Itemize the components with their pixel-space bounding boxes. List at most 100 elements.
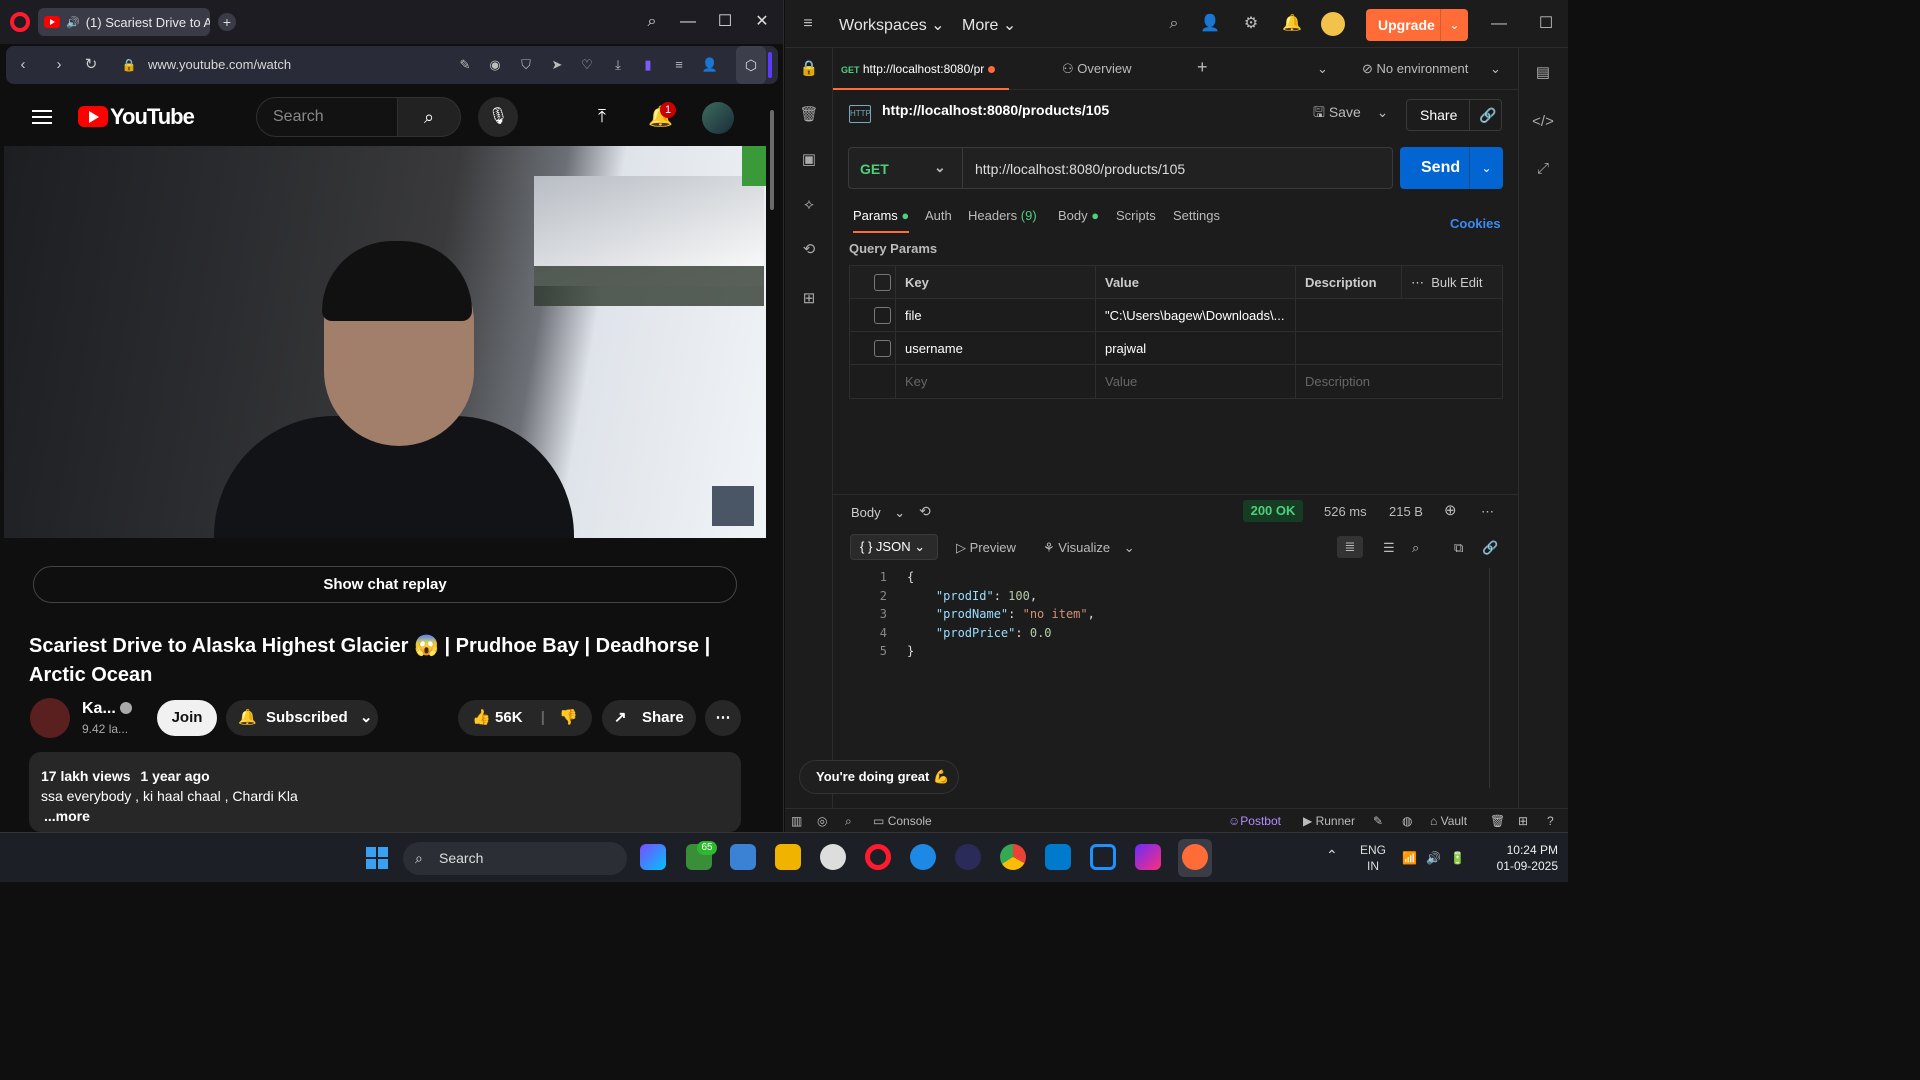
wifi-icon[interactable]: 📶 — [1402, 851, 1417, 865]
bulk-edit-button[interactable]: ⋯ Bulk Edit — [1402, 266, 1502, 299]
online-status-icon[interactable]: ◎ — [817, 814, 827, 828]
chevron-up-icon[interactable]: ⌃ — [1326, 847, 1338, 864]
table-row[interactable]: file "C:\Users\bagew\Downloads\... — [850, 299, 1502, 332]
battery-icon[interactable]: ▮ — [639, 56, 657, 74]
method-select[interactable]: GET ⌄ — [849, 148, 963, 188]
scrollbar[interactable] — [770, 110, 774, 210]
upload-icon[interactable]: ⤒ — [598, 106, 606, 127]
table-row-empty[interactable]: Key Value Description — [850, 365, 1502, 398]
tab-auth[interactable]: Auth — [925, 208, 952, 223]
more-actions-button[interactable]: ⋯ — [705, 700, 741, 736]
camera-icon[interactable]: ◉ — [486, 56, 504, 74]
preview-tab[interactable]: ▷ Preview — [956, 540, 1016, 556]
find-icon[interactable]: ⌕ — [845, 814, 852, 829]
request-title[interactable]: http://localhost:8080/products/105 — [882, 102, 1109, 118]
search-input[interactable]: Search — [256, 97, 398, 137]
param-description[interactable] — [1296, 299, 1502, 332]
visualize-tab[interactable]: ⚘ Visualize ⌄ — [1043, 540, 1135, 556]
documentation-icon[interactable]: ▤ — [1532, 62, 1554, 84]
param-description[interactable] — [1296, 332, 1502, 365]
editor-scrollbar[interactable] — [1489, 568, 1490, 788]
console-button[interactable]: ▭ Console — [873, 814, 932, 828]
response-size[interactable]: 215 B — [1389, 504, 1423, 519]
postman-taskbar-icon[interactable] — [1182, 844, 1208, 870]
related-icon[interactable]: ⤢ — [1532, 158, 1554, 180]
request-tab[interactable]: GET http://localhost:8080/pr — [833, 48, 1009, 90]
cookies-link[interactable]: Cookies — [1450, 216, 1501, 231]
menu-icon[interactable]: ≡ — [670, 56, 688, 74]
runner-button[interactable]: ▶ Runner — [1303, 814, 1355, 828]
row-checkbox[interactable] — [874, 307, 891, 324]
cookies-icon[interactable]: ◍ — [1402, 814, 1412, 828]
tab-params[interactable]: Params ● — [853, 208, 910, 233]
environment-selector[interactable]: ⊘ No environment ⌄ — [1362, 61, 1501, 77]
format-dropdown[interactable]: { } JSON ⌄ — [850, 534, 938, 560]
chevron-down-icon[interactable]: ⌄ — [1440, 9, 1468, 41]
search-icon[interactable]: ⌕ — [1412, 540, 1419, 556]
opera-taskbar-icon[interactable] — [865, 844, 891, 870]
key-placeholder[interactable]: Key — [896, 365, 1096, 398]
file-explorer-icon[interactable] — [775, 844, 801, 870]
table-row[interactable]: username prajwal — [850, 332, 1502, 365]
channel-name[interactable]: Ka... — [82, 700, 116, 718]
tab-scripts[interactable]: Scripts — [1116, 208, 1156, 223]
status-badge[interactable]: 200 OK — [1243, 500, 1303, 522]
globe-icon[interactable]: ⊕ — [1444, 501, 1457, 519]
youtube-logo-icon[interactable] — [78, 106, 108, 127]
bell-icon[interactable]: 🔔 — [1281, 13, 1303, 35]
like-icon[interactable]: 👍 — [472, 709, 491, 726]
value-placeholder[interactable]: Value — [1096, 365, 1296, 398]
filter-icon[interactable]: ☰ — [1383, 540, 1395, 556]
collections-icon[interactable]: 🗑 — [798, 104, 820, 126]
response-time[interactable]: 526 ms — [1324, 504, 1367, 519]
browser-tab-youtube[interactable]: 🔊 (1) Scariest Drive to Al — [38, 8, 210, 36]
layout-icon[interactable]: ⊞ — [1518, 814, 1528, 828]
notepad-icon[interactable] — [730, 844, 756, 870]
vault-button[interactable]: ⌂ Vault — [1430, 814, 1467, 828]
windows-start-icon[interactable] — [366, 847, 388, 869]
workspaces-menu[interactable]: Workspaces ⌄ — [839, 15, 945, 35]
download-icon[interactable]: ⤓ — [609, 56, 627, 74]
eclipse-icon[interactable] — [955, 844, 981, 870]
like-count[interactable]: 56K — [495, 709, 523, 726]
param-key[interactable]: username — [896, 332, 1096, 365]
cube-icon[interactable]: ⬡ — [736, 46, 766, 84]
history-icon[interactable]: ⟲ — [798, 239, 820, 261]
toast-message[interactable]: You're doing great 💪 — [799, 760, 959, 794]
virtualbox-icon[interactable] — [1090, 844, 1116, 870]
new-tab-plus-icon[interactable]: + — [1197, 57, 1208, 78]
url-field[interactable]: www.youtube.com/watch — [148, 57, 291, 72]
description-placeholder[interactable]: Description — [1296, 365, 1502, 398]
language-indicator[interactable]: ENG IN — [1360, 842, 1386, 874]
show-chat-replay-button[interactable]: Show chat replay — [33, 566, 737, 603]
app-store-icon[interactable] — [910, 844, 936, 870]
vscode-icon[interactable] — [1045, 844, 1071, 870]
join-button[interactable]: Join — [157, 700, 217, 736]
tab-settings[interactable]: Settings — [1173, 208, 1220, 223]
tab-body[interactable]: Body ● — [1058, 208, 1099, 223]
more-link[interactable]: ...more — [41, 806, 729, 826]
close-button[interactable]: ✕ — [750, 10, 774, 34]
profile-icon[interactable]: 👤 — [701, 56, 719, 74]
search-tabs-icon[interactable]: ⌕ — [640, 10, 664, 34]
heart-icon[interactable]: ♡ — [578, 56, 596, 74]
minimize-button[interactable]: — — [1488, 13, 1510, 35]
select-all-checkbox[interactable] — [874, 274, 891, 291]
overview-tab[interactable]: ⚇ Overview — [1062, 61, 1131, 77]
menu-icon[interactable]: ≡ — [797, 13, 819, 35]
tab-headers[interactable]: Headers (9) — [968, 208, 1037, 223]
search-button[interactable]: ⌕ — [397, 97, 461, 137]
maximize-button[interactable]: ☐ — [1535, 13, 1557, 35]
youtube-logo-text[interactable]: YouTube — [110, 104, 195, 130]
response-json[interactable]: { "prodId": 100, "prodName": "no item", … — [907, 568, 1095, 661]
video-player[interactable] — [4, 146, 766, 538]
reload-icon[interactable]: ↻ — [82, 56, 100, 74]
clock-app-icon[interactable] — [820, 844, 846, 870]
copy-icon[interactable]: ⧉ — [1454, 540, 1463, 556]
wrap-lines-icon[interactable]: ≣ — [1337, 536, 1363, 558]
send-icon[interactable]: ➤ — [548, 56, 566, 74]
help-icon[interactable]: ? — [1547, 814, 1554, 828]
intellij-icon[interactable] — [1135, 844, 1161, 870]
lock-icon[interactable]: 🔒 — [798, 58, 820, 80]
capture-icon[interactable]: ✎ — [1373, 814, 1383, 828]
